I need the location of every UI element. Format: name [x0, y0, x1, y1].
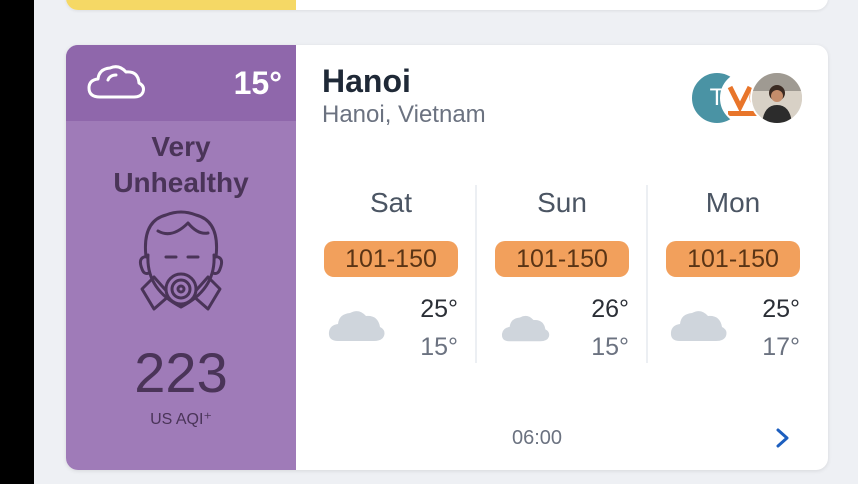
aqi-range-badge: 101-150	[324, 241, 458, 277]
cloud-icon	[326, 303, 386, 348]
cloud-icon	[86, 61, 146, 106]
aqi-level-label: Very Unhealthy	[66, 129, 296, 201]
city-region: Hanoi, Vietnam	[322, 101, 486, 128]
gas-mask-icon	[136, 209, 226, 326]
forecast-day-sat: Sat 101-150 25° 15°	[306, 183, 476, 373]
aqi-range-badge: 101-150	[495, 241, 629, 277]
current-temperature: 15°	[233, 65, 282, 101]
forecast-day-name: Sat	[369, 187, 413, 218]
location-aqi-card[interactable]: 15° Very Unhealthy 223 US AQI⁺ Hanoi Han…	[66, 45, 828, 470]
forecast-low-temp: 15°	[420, 333, 458, 361]
cloud-icon	[497, 309, 553, 348]
avatar-photo[interactable]	[750, 71, 804, 125]
forecast-high-temp: 26°	[591, 295, 629, 323]
previous-location-card[interactable]	[66, 0, 828, 10]
aqi-level-line1: Very	[151, 131, 211, 162]
cloud-icon	[668, 303, 728, 348]
aqi-level-line2: Unhealthy	[113, 167, 249, 198]
forecast-low-temp: 15°	[591, 333, 629, 361]
aqi-panel: 15° Very Unhealthy 223 US AQI⁺	[66, 45, 296, 470]
forecast-day-sun: Sun 101-150 26° 15°	[477, 183, 647, 373]
city-name: Hanoi	[322, 63, 411, 99]
left-edge-strip	[0, 0, 34, 484]
contributor-avatars[interactable]: T	[690, 71, 804, 125]
forecast-day-name: Mon	[705, 187, 761, 218]
forecast-high-temp: 25°	[762, 295, 800, 323]
aqi-value: 223	[134, 341, 228, 404]
forecast-low-temp: 17°	[762, 333, 800, 361]
update-time: 06:00	[512, 427, 563, 449]
aqi-unit: US AQI⁺	[150, 411, 212, 428]
forecast-day-name: Sun	[537, 187, 587, 218]
aqi-panel-header: 15°	[66, 45, 296, 121]
chevron-right-icon[interactable]	[772, 425, 794, 456]
forecast-high-temp: 25°	[420, 295, 458, 323]
forecast-day-mon: Mon 101-150 25° 17°	[648, 183, 818, 373]
aqi-range-badge: 101-150	[666, 241, 800, 277]
previous-card-aqi-panel	[66, 0, 296, 10]
